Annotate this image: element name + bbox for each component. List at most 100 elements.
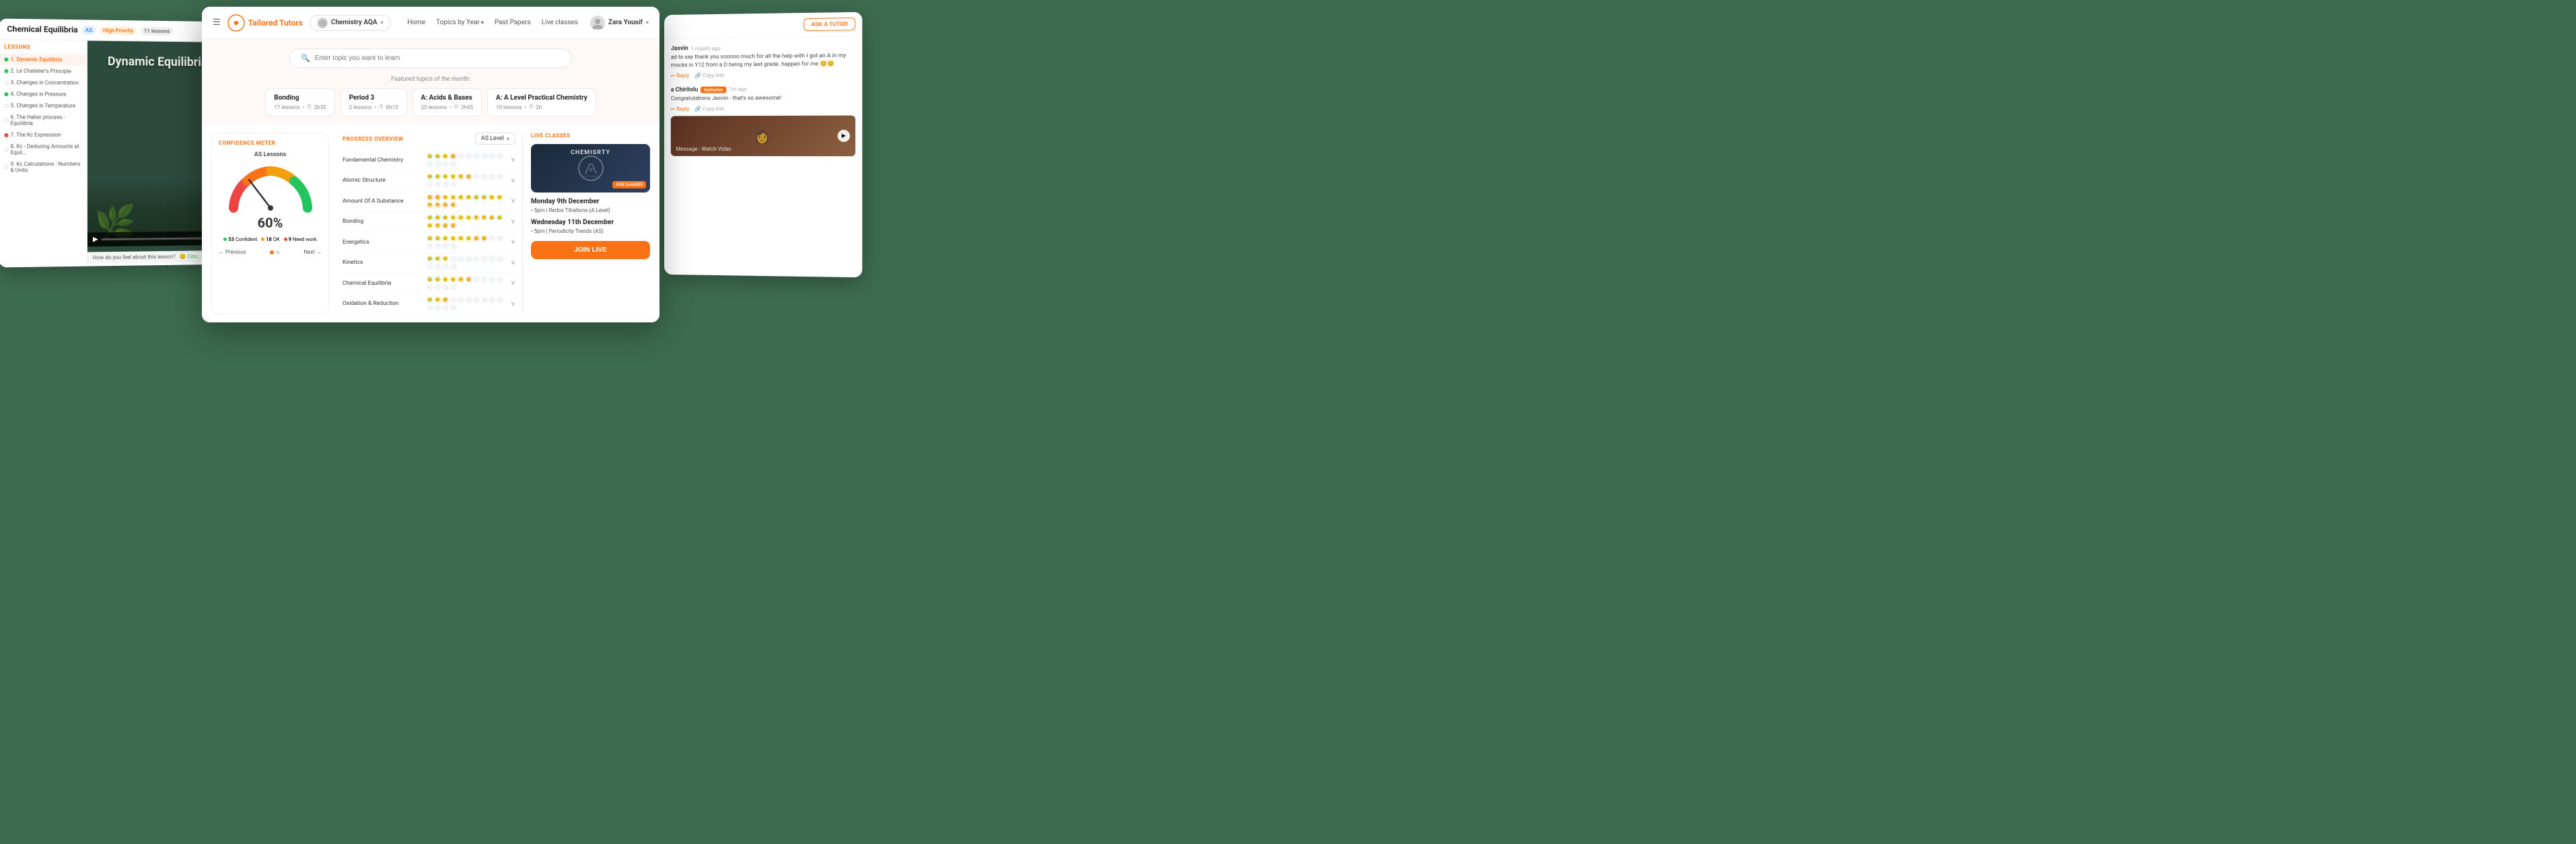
next-button[interactable]: Next →: [303, 249, 322, 255]
live-class-image: CHEMISRTY LIVE CLASSES: [531, 144, 650, 192]
comment-1-copy[interactable]: 🔗 Copy link: [694, 72, 724, 78]
emoji-2-11: 😕: [435, 202, 441, 209]
emoji-7-1: 😐: [435, 297, 441, 304]
gauge-percent: 60%: [219, 215, 322, 231]
emoji-0-5: [466, 153, 472, 160]
lesson-item-4[interactable]: 4. Changes in Pressure: [0, 88, 87, 100]
topic-card-bonding[interactable]: Bonding 17 lessons • ⏱ 2h30: [265, 88, 334, 116]
emoji-1-7: [481, 174, 488, 180]
topic-name-6: Chemical Equilibria: [343, 280, 427, 287]
emoji-5-2: 😐: [442, 256, 449, 262]
comment-video-thumb[interactable]: 👩 ▶ Message - Watch Video: [671, 115, 855, 156]
emoji-2-3: 😐: [450, 194, 457, 201]
play-button[interactable]: ▶: [93, 236, 98, 243]
subject-selector[interactable]: Chemistry AQA ▾: [310, 15, 391, 31]
topic-bonding-meta: 17 lessons • ⏱ 2h30: [274, 104, 326, 110]
left-panel: Chemical Equilibria AS High Priority 11 …: [0, 19, 227, 268]
search-input[interactable]: [315, 55, 561, 62]
lesson-item-9[interactable]: 9. Kc Calculations - Numbers & Units: [0, 158, 87, 176]
expand-btn-6[interactable]: ∨: [511, 279, 515, 287]
lesson-item-1[interactable]: 1. Dynamic Equilibria: [0, 53, 87, 65]
emoji-2-7: 😊: [481, 194, 488, 201]
expand-btn-5[interactable]: ∨: [511, 259, 515, 267]
lesson-item-8[interactable]: 8. Kc - Deducing Amounts at Equil...: [0, 141, 87, 158]
emoji-3-12: 😟: [442, 222, 449, 229]
content-grid: CONFIDENCE METER AS Lessons: [202, 125, 659, 322]
nav-buttons: ← Previous Next →: [219, 249, 322, 255]
emoji-3-4: 😐: [458, 215, 464, 221]
emoji-6-3: 😐: [450, 276, 457, 283]
search-box[interactable]: 🔍: [289, 48, 572, 68]
stat-ok: 18 OK: [261, 236, 279, 242]
topic-card-period3[interactable]: Period 3 2 lessons • ⏱ 0h15: [341, 88, 407, 116]
nav-live[interactable]: Live classes: [542, 19, 578, 26]
emoji-0-1: 😊: [435, 153, 441, 160]
emoji-3-3: 😐: [450, 215, 457, 221]
emoji-7-9: [497, 297, 503, 304]
subject-dropdown-icon: ▾: [381, 20, 384, 26]
join-live-button[interactable]: JOIN LIVE: [531, 241, 650, 259]
nav-topics[interactable]: Topics by Year ▾: [436, 19, 484, 26]
emoji-7-5: [466, 297, 472, 304]
expand-btn-2[interactable]: ∨: [511, 197, 515, 205]
comment-2-time: 1m ago: [729, 86, 747, 92]
nav-home[interactable]: Home: [407, 19, 425, 26]
emoji-4-3: 😐: [450, 235, 457, 242]
comment-1-reply[interactable]: ↩ Reply: [671, 73, 689, 79]
expand-btn-7[interactable]: ∨: [511, 300, 515, 308]
emoji-0-4: [458, 153, 464, 160]
emoji-5-11: [435, 263, 441, 270]
emoji-4-10: [427, 243, 433, 250]
emoji-5-8: [489, 256, 495, 262]
topic-name-2: Amount Of A Substance: [343, 198, 427, 205]
emoji-1-0: 😊: [427, 174, 433, 180]
emoji-3-8: 😊: [489, 215, 495, 221]
comment-2-copy[interactable]: 🔗 Copy link: [694, 106, 724, 112]
topics-dropdown-icon: ▾: [481, 20, 484, 26]
emoji-5-1: 😊: [435, 256, 441, 262]
play-icon[interactable]: ▶: [838, 129, 850, 141]
prev-button[interactable]: ← Previous: [219, 249, 246, 255]
emoji-4-4: 😐: [458, 235, 464, 242]
comment-2-reply[interactable]: ↩ Reply: [671, 106, 689, 112]
expand-btn-3[interactable]: ∨: [511, 218, 515, 225]
topic-card-acids[interactable]: A: Acids & Bases 20 lessons • ⏱ 2h45: [413, 88, 482, 116]
emoji-4-2: 😐: [442, 235, 449, 242]
emoji-4-5: 😐: [466, 235, 472, 242]
lesson-item-6[interactable]: 6. The Haber process - Equilibria: [0, 111, 87, 129]
emoji-0-7: [481, 153, 488, 160]
emoji-2-5: 😕: [466, 194, 472, 201]
lesson-item-5[interactable]: 5. Changes in Temperature: [0, 100, 87, 112]
feedback-positive[interactable]: 😊 Con...: [180, 253, 201, 259]
user-area[interactable]: Zara Yousif ▾: [590, 15, 649, 30]
lesson-item-2[interactable]: 2. Le Chatelier's Principle: [0, 65, 87, 77]
expand-btn-1[interactable]: ∨: [511, 177, 515, 184]
ask-tutor-button[interactable]: ASK A TUTOR: [803, 17, 855, 31]
lesson-item-3[interactable]: 3. Changes in Concentration: [0, 77, 87, 89]
comment-1: Jasvin 1 month ago ad to say thank you s…: [671, 43, 855, 78]
comment-2-author: a Chiritolu: [671, 86, 699, 93]
comment-1-text: ad to say thank you sooooo much for all …: [671, 52, 855, 70]
user-dropdown-icon: ▾: [646, 20, 649, 26]
chemistry-icon: [577, 155, 604, 182]
progress-title: PROGRESS OVERVIEW: [343, 136, 404, 142]
emoji-3-1: 😊: [435, 215, 441, 221]
topic-card-practical[interactable]: A: A Level Practical Chemistry 10 lesson…: [487, 88, 596, 116]
subject-icon: [317, 17, 328, 28]
nav-papers[interactable]: Past Papers: [495, 19, 531, 26]
hamburger-button[interactable]: ☰: [213, 17, 221, 28]
emoji-7-8: [489, 297, 495, 304]
lesson-item-7[interactable]: 7. The Kc Expression: [0, 129, 87, 141]
comments-container: Jasvin 1 month ago ad to say thank you s…: [664, 36, 862, 275]
expand-btn-4[interactable]: ∨: [511, 238, 515, 246]
video-progress-bar[interactable]: [102, 237, 209, 240]
emoji-1-8: [489, 174, 495, 180]
emoji-0-10: [427, 161, 433, 168]
emoji-6-4: 😕: [458, 276, 464, 283]
topic-name-0: Fundamental Chemistry: [343, 157, 427, 164]
level-selector[interactable]: AS Level ▾: [475, 133, 515, 145]
emoji-0-11: [435, 161, 441, 168]
expand-btn-0[interactable]: ∨: [511, 156, 515, 164]
topic-name-5: Kinetics: [343, 259, 427, 266]
progress-row-5: Kinetics😊😊😐∨: [343, 253, 515, 274]
